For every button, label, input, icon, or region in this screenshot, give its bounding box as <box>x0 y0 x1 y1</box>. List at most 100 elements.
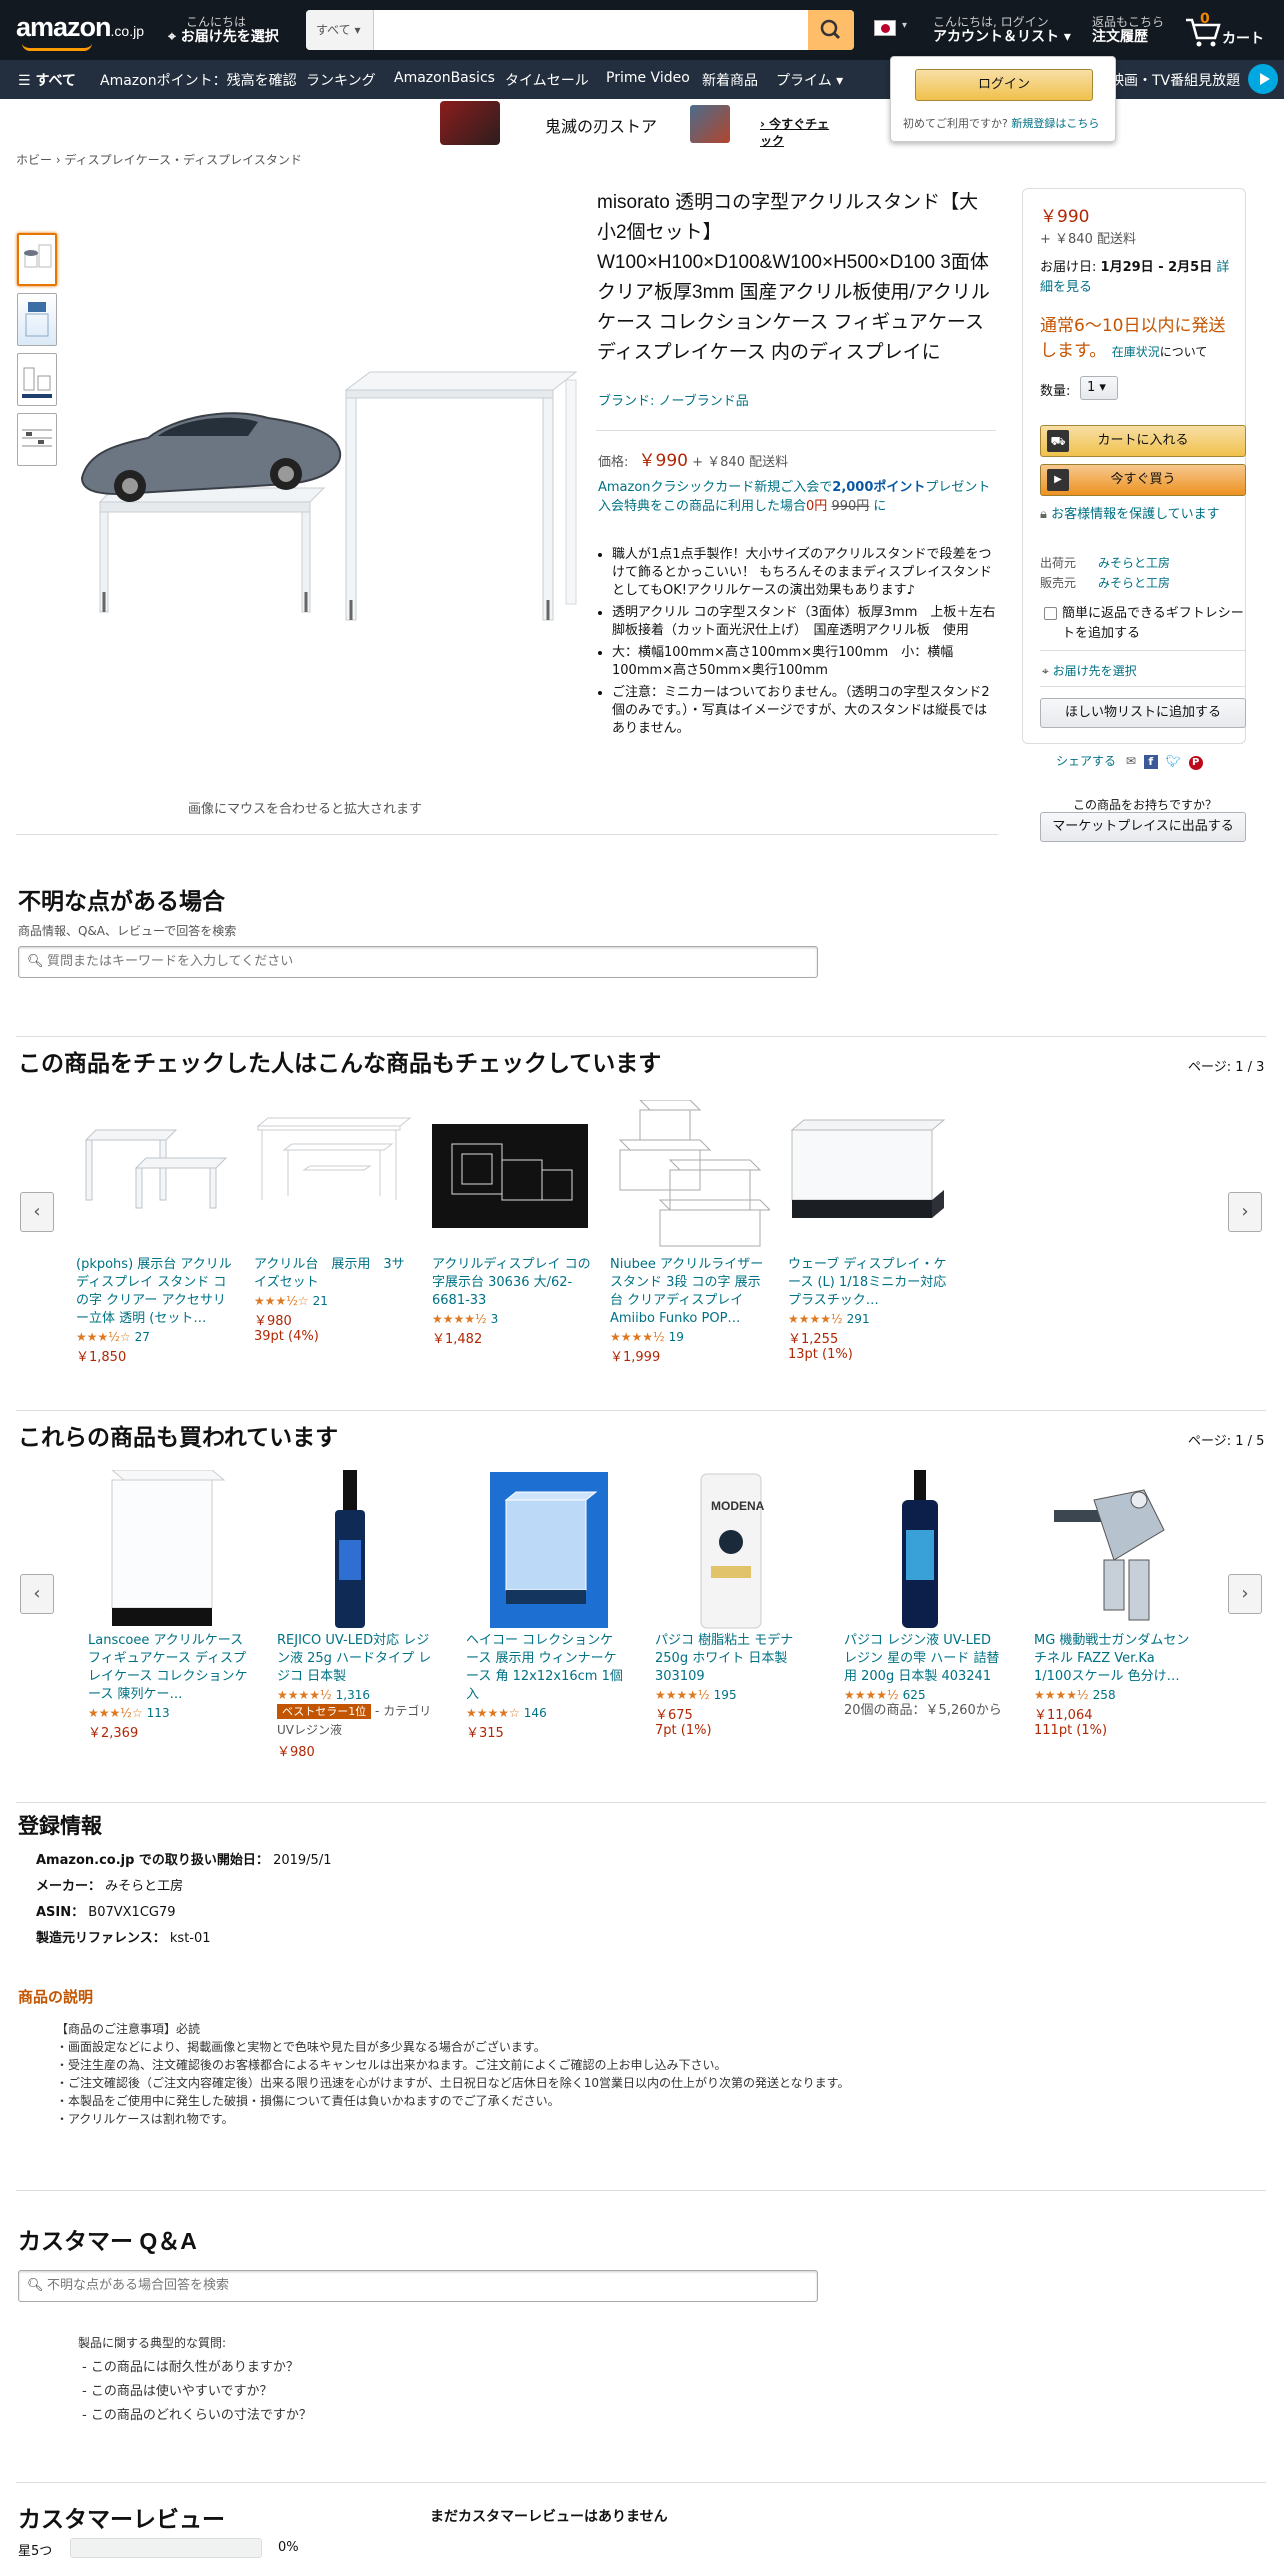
add-to-wishlist-button[interactable]: ほしい物リストに追加する <box>1040 698 1246 728</box>
nav-item-timesale[interactable]: タイムセール <box>505 70 589 90</box>
banner-link[interactable]: › 今すぐチェック <box>760 115 840 149</box>
carousel-item-title[interactable]: アクリル台 展示用 3サイズセット <box>254 1256 414 1292</box>
account-lists[interactable]: こんにちは, ログイン アカウント＆リスト ▾ <box>933 15 1071 45</box>
carousel-item[interactable]: ウェーブ ディスプレイ・ケース (L) 1/18ミニカー対応 プラスチック… ★… <box>788 1100 948 1362</box>
typical-question[interactable]: - この商品のどれくらいの寸法ですか？ <box>82 2404 312 2428</box>
carousel-next-button[interactable]: › <box>1228 1574 1262 1614</box>
nav-item-ranking[interactable]: ランキング <box>306 70 376 90</box>
product-thumbnail[interactable]: MODENA <box>655 1470 815 1629</box>
gift-receipt-checkbox[interactable] <box>1044 607 1057 620</box>
product-thumbnail[interactable] <box>788 1100 948 1250</box>
carousel-item-rating[interactable]: ★★★★½ 3 <box>432 1312 592 1326</box>
email-share-icon[interactable]: ✉ <box>1126 754 1136 768</box>
carousel-item-rating[interactable]: ★★★★☆ 146 <box>466 1706 626 1720</box>
product-thumbnail[interactable] <box>277 1470 437 1628</box>
carousel-item-title[interactable]: (pkpohs) 展示台 アクリル ディスプレイ スタンド コの字 クリアー ア… <box>76 1256 236 1328</box>
all-menu-button[interactable]: ☰ すべて <box>18 70 76 90</box>
carousel-item-title[interactable]: MG 機動戦士ガンダムセンチネル FAZZ Ver.Ka 1/100スケール 色… <box>1034 1632 1194 1686</box>
typical-question[interactable]: - この商品は使いやすいですか？ <box>82 2380 312 2404</box>
carousel-item-rating[interactable]: ★★★½☆ 113 <box>88 1706 248 1720</box>
carousel-item-title[interactable]: Niubee アクリルライザースタンド 3段 コの字 展示台 クリアディスプレイ… <box>610 1256 770 1328</box>
thumbnail-image[interactable] <box>17 353 57 406</box>
nav-item-points[interactable]: Amazonポイント：残高を確認 <box>100 70 297 90</box>
carousel-item[interactable]: (pkpohs) 展示台 アクリル ディスプレイ スタンド コの字 クリアー ア… <box>76 1100 236 1365</box>
secure-transaction[interactable]: 🔒︎ お客様情報を保護しています <box>1040 506 1246 524</box>
carousel-item-rating[interactable]: ★★★★½ 195 <box>655 1688 815 1702</box>
carousel-item[interactable]: パジコ レジン液 UV-LEDレジン 星の雫 ハード 詰替用 200g 日本製 … <box>844 1470 1004 1720</box>
japan-flag-icon[interactable] <box>874 20 896 36</box>
nav-item-video-promo[interactable]: 映画・TV番組見放題 <box>1110 70 1240 90</box>
buy-now-button[interactable]: ▶ 今すぐ買う <box>1040 464 1246 496</box>
product-thumbnail[interactable] <box>76 1100 236 1250</box>
carousel-item-title[interactable]: ヘイコー コレクションケース 展示用 ウィンナーケース 角 12x12x16cm… <box>466 1632 626 1704</box>
product-thumbnail[interactable] <box>466 1470 626 1628</box>
promo-text[interactable]: Amazonクラシックカード新規ご入会で2,000ポイントプレゼント 入会特典を… <box>598 478 996 516</box>
breadcrumb-item[interactable]: ディスプレイケース・ディスプレイスタンド <box>64 153 301 167</box>
product-thumbnail[interactable] <box>1034 1470 1194 1621</box>
deliver-to[interactable]: こんにちは ⌖ お届け先を選択 <box>168 15 279 45</box>
carousel-item-rating[interactable]: ★★★★½ 625 <box>844 1688 1004 1702</box>
ships-from-value[interactable]: みそらと工房 <box>1098 554 1170 571</box>
product-thumbnail[interactable] <box>432 1100 592 1250</box>
carousel-item[interactable]: Lanscoee アクリルケース フィギュアケース ディスプレイケース コレクシ… <box>88 1469 248 1741</box>
select-address-link[interactable]: ⌖ お届け先を選択 <box>1042 662 1137 679</box>
bestseller-row[interactable]: ベストセラー1位 - カテゴリ UVレジン液 <box>277 1702 437 1739</box>
carousel-item-rating[interactable]: ★★★★½ 1,316 <box>277 1688 437 1702</box>
carousel-item[interactable]: アクリル台 展示用 3サイズセット ★★★½☆ 21 ￥980 39pt (4%) <box>254 1100 414 1344</box>
carousel-item-title[interactable]: パジコ レジン液 UV-LEDレジン 星の雫 ハード 詰替用 200g 日本製 … <box>844 1632 1004 1686</box>
carousel-item-title[interactable]: ウェーブ ディスプレイ・ケース (L) 1/18ミニカー対応 プラスチック… <box>788 1256 948 1310</box>
pinterest-share-icon[interactable]: P <box>1188 756 1203 770</box>
carousel-item-rating[interactable]: ★★★★½ 258 <box>1034 1688 1194 1702</box>
thumbnail-image[interactable] <box>17 293 57 346</box>
carousel-item[interactable]: MODENA パジコ 樹脂粘土 モデナ 250g ホワイト 日本製 303109… <box>655 1470 815 1738</box>
signin-button[interactable]: ログイン <box>915 69 1093 101</box>
brand-link[interactable]: ブランド: ノーブランド品 <box>598 390 749 409</box>
carousel-item[interactable]: REJICO UV-LED対応 レジン液 25g ハードタイプ レジコ 日本製 … <box>277 1470 437 1760</box>
twitter-share-icon[interactable]: 🐦︎ <box>1166 754 1181 768</box>
product-thumbnail[interactable] <box>844 1470 1004 1628</box>
language-dropdown-icon[interactable]: ▾ <box>902 20 907 31</box>
carousel-item-rating[interactable]: ★★★★½ 291 <box>788 1312 948 1326</box>
nav-item-new[interactable]: 新着商品 <box>702 70 758 90</box>
carousel-item[interactable]: Niubee アクリルライザースタンド 3段 コの字 展示台 クリアディスプレイ… <box>610 1099 772 1365</box>
orders-link[interactable]: 返品もこちら 注文履歴 <box>1092 15 1164 45</box>
add-to-cart-button[interactable]: ⛟ カートに入れる <box>1040 425 1246 457</box>
nav-item-primevideo[interactable]: Prime Video <box>606 70 690 86</box>
carousel-item-title[interactable]: アクリルディスプレイ コの字展示台 30636 大/62-6681-33 <box>432 1256 592 1310</box>
search-button[interactable] <box>808 10 854 50</box>
register-link[interactable]: 新規登録はこちら <box>1011 117 1099 130</box>
carousel-item[interactable]: ヘイコー コレクションケース 展示用 ウィンナーケース 角 12x12x16cm… <box>466 1470 626 1741</box>
customer-qa-search-input[interactable]: 🔍︎ 不明な点がある場合回答を検索 <box>18 2270 818 2302</box>
carousel-prev-button[interactable]: ‹ <box>20 1192 54 1232</box>
carousel-item[interactable]: アクリルディスプレイ コの字展示台 30636 大/62-6681-33 ★★★… <box>432 1100 592 1347</box>
carousel-item-rating[interactable]: ★★★½☆ 27 <box>76 1330 236 1344</box>
star5-label[interactable]: 星5つ <box>18 2540 52 2559</box>
cart-link[interactable]: 0 カート <box>1180 8 1280 52</box>
nav-item-amazonbasics[interactable]: AmazonBasics <box>394 70 495 86</box>
product-thumbnail[interactable] <box>610 1099 772 1250</box>
product-thumbnail[interactable] <box>88 1469 248 1626</box>
star5-bar[interactable] <box>70 2538 262 2558</box>
search-category-select[interactable]: すべて ▾ <box>306 10 374 50</box>
stock-link[interactable]: 在庫状況 <box>1112 345 1160 359</box>
typical-question[interactable]: - この商品には耐久性がありますか？ <box>82 2356 312 2380</box>
carousel-next-button[interactable]: › <box>1228 1192 1262 1232</box>
facebook-share-icon[interactable]: f <box>1143 755 1158 769</box>
carousel-item[interactable]: MG 機動戦士ガンダムセンチネル FAZZ Ver.Ka 1/100スケール 色… <box>1034 1470 1194 1738</box>
main-product-image[interactable] <box>78 320 588 650</box>
amazon-logo[interactable]: amazon.co.jp <box>16 12 144 51</box>
promo-banner[interactable]: 鬼滅の刃ストア › 今すぐチェック <box>440 101 840 148</box>
carousel-item-title[interactable]: REJICO UV-LED対応 レジン液 25g ハードタイプ レジコ 日本製 <box>277 1632 437 1686</box>
product-thumbnail[interactable] <box>254 1100 414 1250</box>
carousel-item-rating[interactable]: ★★★★½ 19 <box>610 1330 770 1344</box>
thumbnail-image[interactable] <box>17 233 57 286</box>
carousel-item-title[interactable]: パジコ 樹脂粘土 モデナ 250g ホワイト 日本製 303109 <box>655 1632 815 1686</box>
carousel-item-title[interactable]: Lanscoee アクリルケース フィギュアケース ディスプレイケース コレクシ… <box>88 1632 248 1704</box>
nav-item-prime[interactable]: プライム ▾ <box>776 70 843 90</box>
prime-video-play-icon[interactable] <box>1248 64 1278 94</box>
breadcrumb-item[interactable]: ホビー <box>16 153 52 167</box>
sold-by-value[interactable]: みそらと工房 <box>1098 574 1170 591</box>
qa-search-input[interactable]: 🔍︎ 質問またはキーワードを入力してください <box>18 946 818 978</box>
sell-on-marketplace-button[interactable]: マーケットプレイスに出品する <box>1040 812 1246 842</box>
carousel-prev-button[interactable]: ‹ <box>20 1574 54 1614</box>
